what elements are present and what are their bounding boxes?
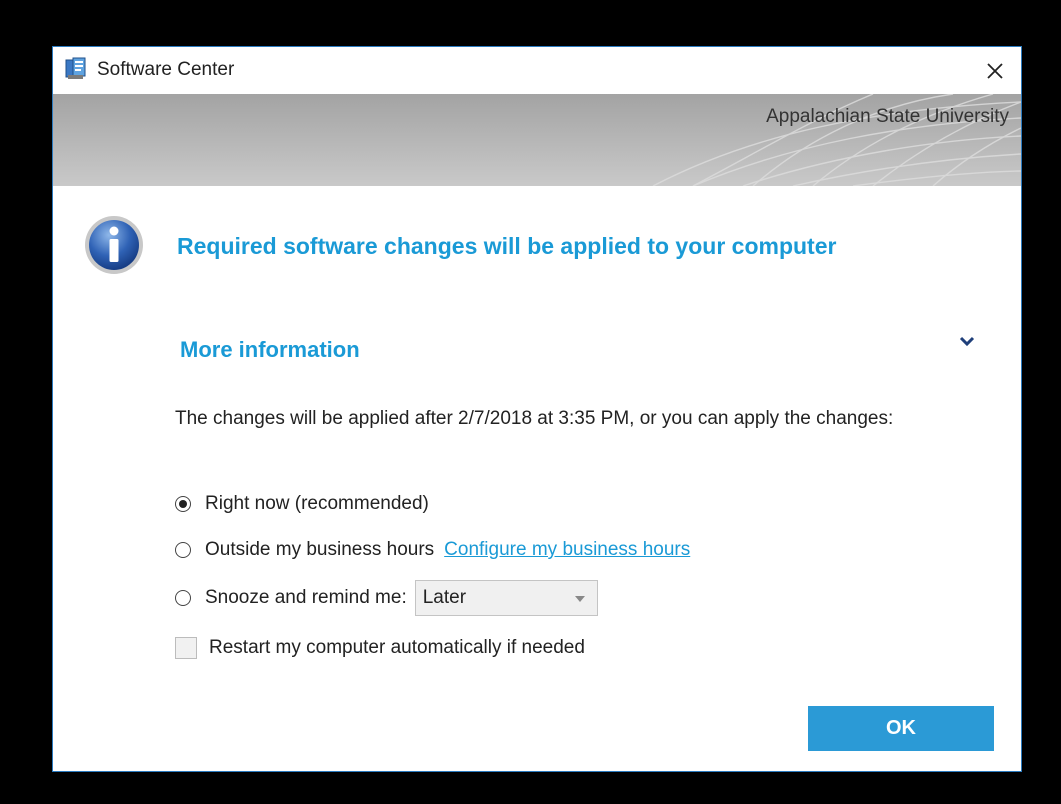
- dropdown-arrow-icon: [574, 596, 585, 602]
- snooze-dropdown[interactable]: Later: [414, 580, 598, 616]
- software-center-dialog: Software Center Appalachian State Univer…: [52, 46, 1022, 772]
- right-now-radio[interactable]: [175, 496, 191, 512]
- outside-hours-radio[interactable]: [175, 542, 191, 558]
- option-right-now[interactable]: Right now (recommended): [175, 493, 429, 515]
- chevron-down-icon[interactable]: [957, 331, 977, 351]
- snooze-radio[interactable]: [175, 590, 191, 606]
- more-information-toggle[interactable]: More information: [180, 337, 360, 363]
- window-title: Software Center: [97, 59, 235, 80]
- header-banner: Appalachian State University: [53, 94, 1021, 186]
- info-icon: [83, 214, 145, 276]
- title-bar: Software Center: [53, 47, 1021, 94]
- right-now-label: Right now (recommended): [205, 493, 429, 514]
- schedule-description: The changes will be applied after 2/7/20…: [175, 408, 894, 429]
- option-outside-hours[interactable]: Outside my business hours Configure my b…: [175, 539, 690, 561]
- ok-button[interactable]: OK: [808, 706, 994, 751]
- option-restart[interactable]: Restart my computer automatically if nee…: [175, 637, 585, 659]
- restart-label: Restart my computer automatically if nee…: [209, 637, 585, 658]
- software-center-app-icon: [65, 57, 87, 81]
- snooze-label: Snooze and remind me:: [205, 587, 407, 608]
- option-snooze[interactable]: Snooze and remind me: Later: [175, 580, 598, 616]
- outside-hours-label: Outside my business hours: [205, 539, 435, 560]
- restart-checkbox[interactable]: [175, 637, 197, 659]
- close-icon: [987, 63, 1003, 79]
- snooze-dropdown-value: Later: [422, 587, 467, 608]
- configure-business-hours-link[interactable]: Configure my business hours: [444, 539, 690, 561]
- close-button[interactable]: [975, 51, 1015, 91]
- notification-headline: Required software changes will be applie…: [177, 233, 837, 259]
- organization-name: Appalachian State University: [766, 106, 1009, 127]
